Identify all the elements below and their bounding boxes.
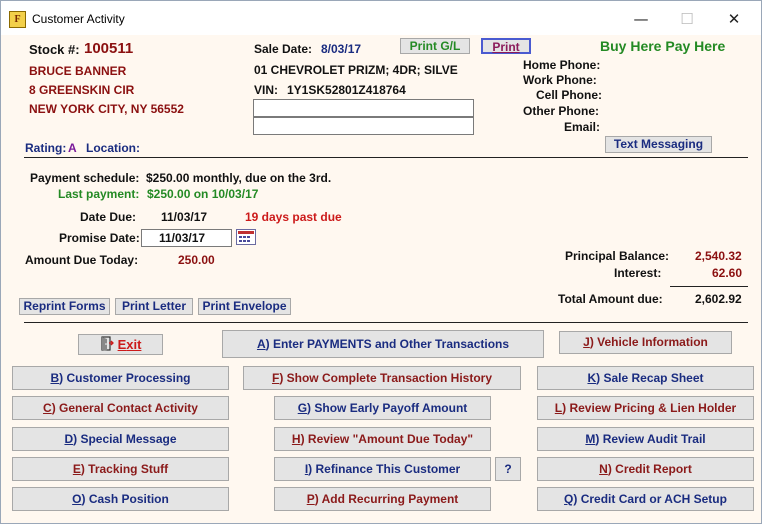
email-label: Email: (564, 120, 601, 134)
principal-balance: 2,540.32 (695, 249, 742, 263)
brand-title: Buy Here Pay Here (600, 38, 726, 54)
total-amount: 2,602.92 (695, 292, 742, 306)
vehicle-description: 01 CHEVROLET PRIZM; 4DR; SILVE (254, 63, 458, 77)
general-contact-button[interactable]: C) General Contact Activity (12, 396, 229, 420)
divider-top (24, 157, 748, 158)
location-label: Location: (86, 141, 140, 155)
close-button[interactable]: ✕ (714, 7, 754, 31)
stock-label: Stock #: (29, 42, 80, 57)
tracking-stuff-button[interactable]: E) Tracking Stuff (12, 457, 229, 481)
calendar-icon[interactable] (236, 229, 256, 245)
audit-trail-button[interactable]: M) Review Audit Trail (537, 427, 754, 451)
maximize-button[interactable]: ☐ (667, 7, 707, 31)
promise-date-input[interactable]: 11/03/17 (141, 229, 232, 247)
review-amount-due-button[interactable]: H) Review "Amount Due Today" (274, 427, 491, 451)
vin-label: VIN: (254, 83, 278, 97)
customer-name: BRUCE BANNER (29, 64, 127, 78)
amount-due-today-label: Amount Due Today: (25, 253, 139, 267)
promise-date-label: Promise Date: (59, 231, 140, 245)
exit-door-icon (100, 335, 114, 356)
window-title: Customer Activity (32, 12, 125, 26)
payment-schedule-label: Payment schedule: (30, 171, 140, 185)
payment-schedule: $250.00 monthly, due on the 3rd. (146, 171, 332, 185)
sale-date: 8/03/17 (321, 42, 362, 56)
credit-card-ach-button[interactable]: Q) Credit Card or ACH Setup (537, 487, 754, 511)
customer-address: 8 GREENSKIN CIR (29, 83, 135, 97)
last-payment-label: Last payment: (58, 187, 140, 201)
total-amount-label: Total Amount due: (558, 292, 663, 306)
reprint-forms-button[interactable]: Reprint Forms (19, 298, 110, 315)
note-field-1[interactable] (253, 99, 474, 117)
pricing-lien-button[interactable]: L) Review Pricing & Lien Holder (537, 396, 754, 420)
cash-position-button[interactable]: O) Cash Position (12, 487, 229, 511)
credit-report-button[interactable]: N) Credit Report (537, 457, 754, 481)
customer-city: NEW YORK CITY, NY 56552 (29, 102, 184, 116)
special-message-button[interactable]: D) Special Message (12, 427, 229, 451)
divider-bottom (24, 322, 748, 323)
exit-button[interactable]: Exit (78, 334, 163, 355)
recurring-payment-button[interactable]: P) Add Recurring Payment (274, 487, 491, 511)
refinance-button[interactable]: I) Refinance This Customer (274, 457, 491, 481)
rating-value: A (68, 141, 77, 155)
last-payment: $250.00 on 10/03/17 (147, 187, 259, 201)
note-field-2[interactable] (253, 117, 474, 135)
text-messaging-button[interactable]: Text Messaging (605, 136, 712, 153)
enter-payments-button[interactable]: A) Enter PAYMENTS and Other Transactions (222, 330, 544, 358)
transaction-history-button[interactable]: F) Show Complete Transaction History (243, 366, 521, 390)
other-phone-label: Other Phone: (523, 104, 600, 118)
title-bar: F Customer Activity — ☐ ✕ (1, 1, 761, 35)
sale-recap-button[interactable]: K) Sale Recap Sheet (537, 366, 754, 390)
cell-phone-label: Cell Phone: (536, 88, 603, 102)
date-due-label: Date Due: (80, 210, 137, 224)
stock-number: 100511 (84, 40, 134, 57)
early-payoff-button[interactable]: G) Show Early Payoff Amount (274, 396, 491, 420)
customer-activity-window: F Customer Activity — ☐ ✕ Stock #: 10051… (0, 0, 762, 524)
customer-processing-button[interactable]: B) Customer Processing (12, 366, 229, 390)
app-logo-icon: F (9, 11, 26, 28)
date-due: 11/03/17 (161, 210, 208, 224)
principal-balance-label: Principal Balance: (565, 249, 670, 263)
past-due-status: 19 days past due (245, 210, 342, 224)
print-letter-button[interactable]: Print Letter (115, 298, 193, 315)
vin-value: 1Y1SK52801Z418764 (287, 83, 406, 97)
rating-label: Rating: (25, 141, 67, 155)
print-button[interactable]: Print (481, 38, 531, 54)
interest-value: 62.60 (712, 266, 743, 280)
home-phone-label: Home Phone: (523, 58, 601, 72)
amount-due-today: 250.00 (178, 253, 215, 267)
vehicle-information-button[interactable]: J) Vehicle Information (559, 331, 732, 354)
interest-label: Interest: (614, 266, 662, 280)
total-divider (670, 286, 748, 287)
work-phone-label: Work Phone: (523, 73, 597, 87)
sale-date-label: Sale Date: (254, 42, 313, 56)
help-button[interactable]: ? (495, 457, 521, 481)
print-gl-button[interactable]: Print G/L (400, 38, 470, 54)
minimize-button[interactable]: — (621, 7, 661, 31)
print-envelope-button[interactable]: Print Envelope (198, 298, 291, 315)
